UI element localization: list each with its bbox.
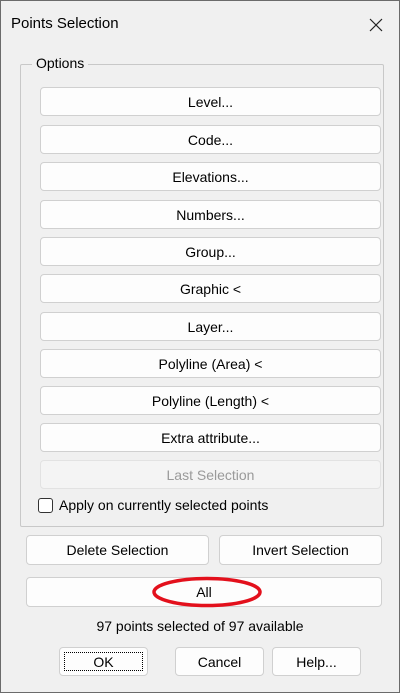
ok-button[interactable]: OK bbox=[59, 647, 148, 676]
apply-on-selected-row[interactable]: Apply on currently selected points bbox=[38, 497, 268, 513]
apply-on-selected-label: Apply on currently selected points bbox=[59, 497, 269, 513]
help-button[interactable]: Help... bbox=[272, 647, 361, 676]
cancel-button[interactable]: Cancel bbox=[175, 647, 264, 676]
graphic-button-label: Graphic < bbox=[179, 280, 242, 297]
apply-on-selected-checkbox[interactable] bbox=[38, 497, 53, 513]
invert-selection-label: Invert Selection bbox=[252, 542, 349, 558]
focus-rectangle bbox=[64, 652, 143, 671]
points-selection-dialog: Points Selection Options Level... Code..… bbox=[0, 0, 400, 693]
delete-selection-label: Delete Selection bbox=[66, 542, 169, 558]
polyline-length-button-label: Polyline (Length) < bbox=[151, 392, 270, 409]
extra-attribute-button[interactable]: Extra attribute... bbox=[40, 423, 381, 452]
graphic-button[interactable]: Graphic < bbox=[40, 274, 381, 303]
polyline-area-button[interactable]: Polyline (Area) < bbox=[40, 349, 381, 378]
options-group-label: Options bbox=[32, 55, 89, 71]
level-button[interactable]: Level... bbox=[40, 87, 381, 116]
invert-selection-button[interactable]: Invert Selection bbox=[219, 535, 382, 565]
numbers-button[interactable]: Numbers... bbox=[40, 200, 381, 229]
last-selection-button-label: Last Selection bbox=[166, 466, 255, 483]
polyline-area-button-label: Polyline (Area) < bbox=[158, 355, 263, 372]
title-bar: Points Selection bbox=[1, 1, 399, 51]
numbers-button-label: Numbers... bbox=[176, 206, 245, 223]
close-button[interactable] bbox=[353, 1, 399, 49]
all-button[interactable]: All bbox=[26, 577, 382, 607]
code-button[interactable]: Code... bbox=[40, 125, 381, 154]
help-button-label: Help... bbox=[296, 653, 337, 670]
last-selection-button[interactable]: Last Selection bbox=[40, 460, 381, 489]
extra-attribute-button-label: Extra attribute... bbox=[161, 429, 260, 446]
layer-button[interactable]: Layer... bbox=[40, 312, 381, 341]
elevations-button-label: Elevations... bbox=[172, 168, 249, 185]
elevations-button[interactable]: Elevations... bbox=[40, 162, 381, 191]
layer-button-label: Layer... bbox=[187, 318, 234, 335]
cancel-button-label: Cancel bbox=[197, 653, 242, 670]
window-title: Points Selection bbox=[11, 15, 119, 32]
group-button-label: Group... bbox=[185, 243, 236, 260]
delete-selection-button[interactable]: Delete Selection bbox=[26, 535, 209, 565]
level-button-label: Level... bbox=[187, 93, 234, 110]
group-button[interactable]: Group... bbox=[40, 237, 381, 266]
selection-status: 97 points selected of 97 available bbox=[96, 618, 304, 634]
close-icon bbox=[369, 18, 383, 32]
polyline-length-button[interactable]: Polyline (Length) < bbox=[40, 386, 381, 415]
code-button-label: Code... bbox=[187, 131, 234, 148]
all-button-label: All bbox=[196, 584, 212, 600]
